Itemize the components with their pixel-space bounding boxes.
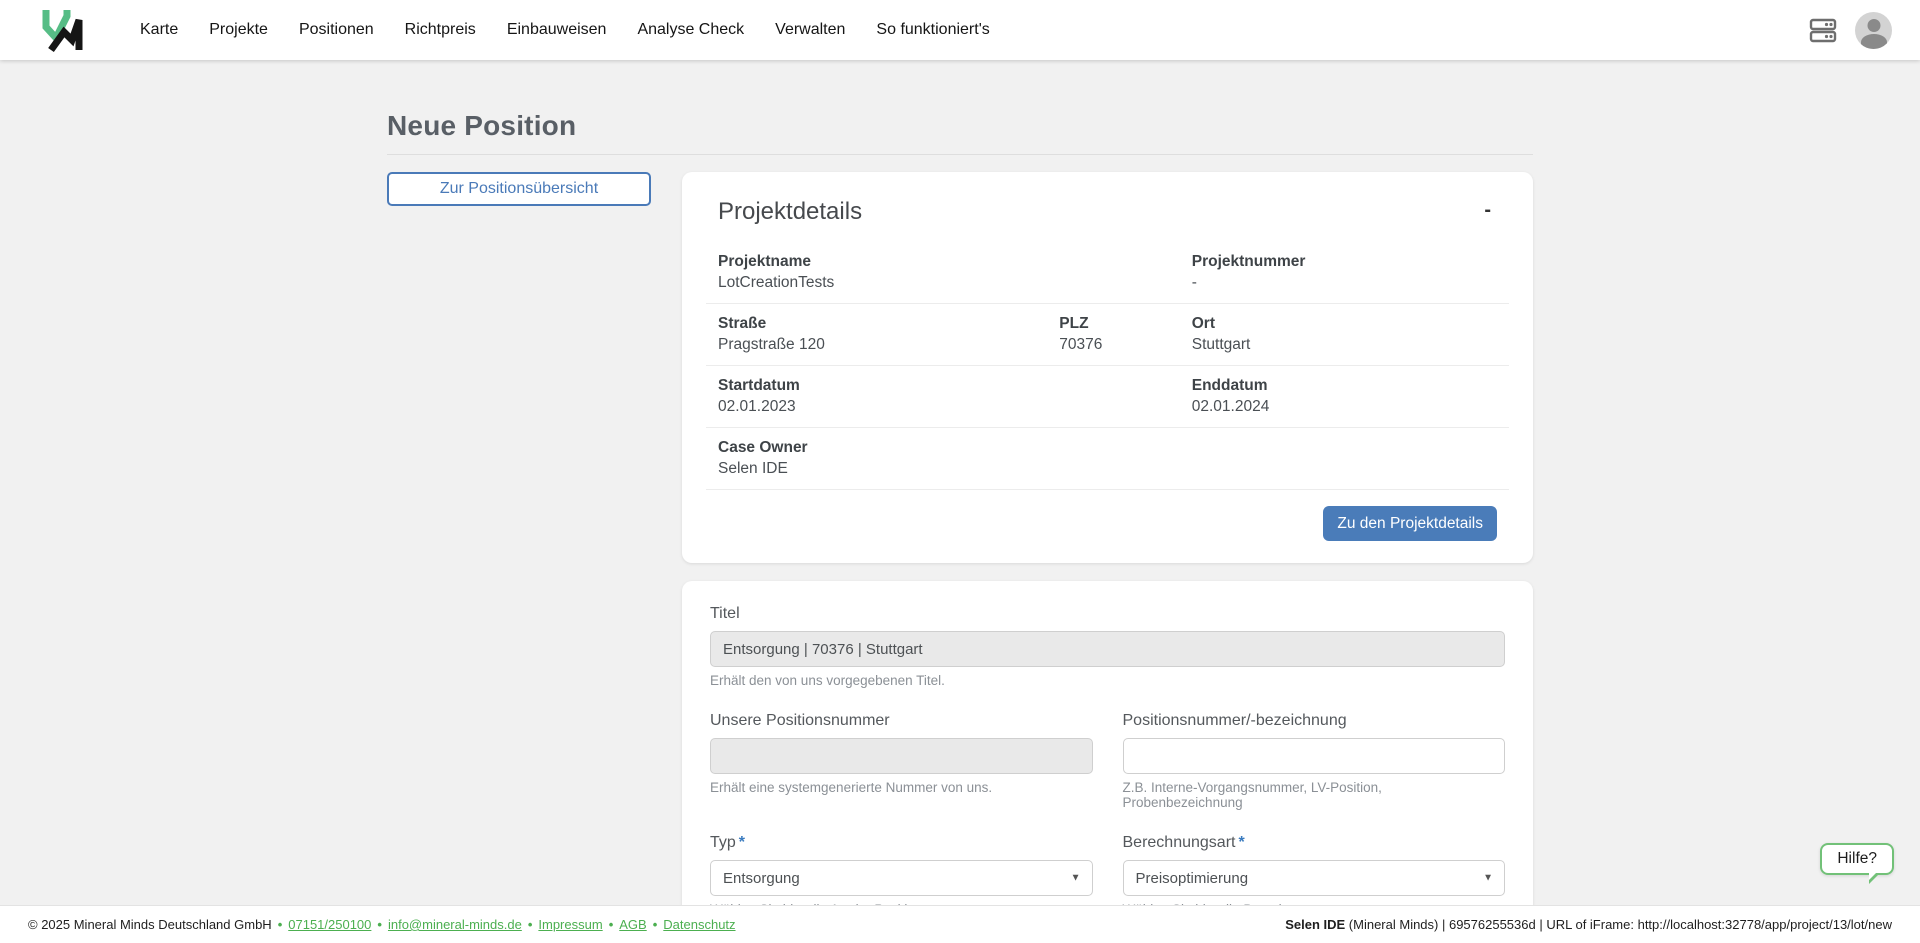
projektnummer-label: Projektnummer	[1192, 251, 1497, 272]
project-details-card: Projektdetails - Projektname LotCreation…	[682, 172, 1533, 563]
footer-separator: •	[377, 917, 382, 932]
go-to-project-details-button[interactable]: Zu den Projektdetails	[1323, 506, 1497, 541]
titel-label: Titel	[710, 605, 1505, 623]
plz-value: 70376	[1059, 334, 1167, 355]
strasse-value: Pragstraße 120	[718, 334, 1035, 355]
table-row: Projektname LotCreationTests Projektnumm…	[706, 242, 1509, 304]
positionsnummer-helper-text: Z.B. Interne-Vorgangsnummer, LV-Position…	[1123, 780, 1506, 810]
berechnungsart-select-value: Preisoptimierung	[1136, 870, 1249, 887]
unsere-positionsnummer-input[interactable]	[710, 738, 1093, 774]
enddatum-label: Enddatum	[1192, 375, 1497, 396]
projektnummer-value: -	[1192, 272, 1497, 293]
table-row: Startdatum 02.01.2023 Enddatum 02.01.202…	[706, 366, 1509, 428]
title-divider	[387, 154, 1533, 155]
footer-separator: •	[653, 917, 658, 932]
required-asterisk: *	[1238, 834, 1244, 851]
required-asterisk: *	[739, 834, 745, 851]
ort-value: Stuttgart	[1192, 334, 1497, 355]
session-user-name: Selen IDE	[1285, 917, 1345, 932]
titel-input[interactable]	[710, 631, 1505, 667]
user-avatar-icon[interactable]	[1855, 12, 1892, 49]
copyright-text: © 2025 Mineral Minds Deutschland GmbH	[28, 917, 272, 932]
case-owner-value: Selen IDE	[718, 458, 1497, 479]
strasse-label: Straße	[718, 313, 1035, 334]
nav-item-analyse-check[interactable]: Analyse Check	[637, 21, 744, 39]
collapse-minus-icon[interactable]: -	[1478, 198, 1497, 222]
main-menu: Karte Projekte Positionen Richtpreis Ein…	[140, 21, 990, 39]
nav-item-verwalten[interactable]: Verwalten	[775, 21, 845, 39]
projektname-label: Projektname	[718, 251, 1168, 272]
plz-label: PLZ	[1059, 313, 1167, 334]
session-info: Selen IDE (Mineral Minds) | 69576255536d…	[1285, 917, 1892, 932]
table-row: Case Owner Selen IDE	[706, 428, 1509, 490]
unsere-positionsnummer-label: Unsere Positionsnummer	[710, 712, 1093, 730]
ort-label: Ort	[1192, 313, 1497, 334]
chevron-down-icon: ▼	[1071, 873, 1081, 884]
footer: © 2025 Mineral Minds Deutschland GmbH • …	[0, 905, 1920, 943]
berechnungsart-select[interactable]: Preisoptimierung ▼	[1123, 860, 1506, 896]
nav-item-projekte[interactable]: Projekte	[209, 21, 268, 39]
table-row: Straße Pragstraße 120 PLZ 70376 Ort Stut…	[706, 304, 1509, 366]
main-content: Neue Position Zur Positionsübersicht Pro…	[387, 60, 1533, 943]
footer-link-phone[interactable]: 07151/250100	[288, 917, 371, 932]
footer-link-datenschutz[interactable]: Datenschutz	[663, 917, 735, 932]
back-to-positions-button[interactable]: Zur Positionsübersicht	[387, 172, 651, 206]
footer-link-email[interactable]: info@mineral-minds.de	[388, 917, 522, 932]
page-title: Neue Position	[387, 110, 1533, 142]
help-button[interactable]: Hilfe?	[1820, 843, 1894, 875]
nav-item-einbauweisen[interactable]: Einbauweisen	[507, 21, 607, 39]
berechnungsart-label: Berechnungsart*	[1123, 834, 1506, 852]
avatar-head-shape	[1867, 19, 1880, 32]
startdatum-label: Startdatum	[718, 375, 1168, 396]
footer-link-agb[interactable]: AGB	[619, 917, 646, 932]
typ-select-value: Entsorgung	[723, 870, 800, 887]
case-owner-label: Case Owner	[718, 437, 1497, 458]
avatar-body-shape	[1861, 34, 1887, 49]
right-column: Projektdetails - Projektname LotCreation…	[682, 172, 1533, 943]
project-card-title: Projektdetails	[718, 198, 862, 226]
titel-helper-text: Erhält den von uns vorgegebenen Titel.	[710, 673, 1505, 688]
mineral-minds-logo[interactable]	[38, 7, 90, 53]
footer-separator: •	[528, 917, 533, 932]
nav-item-positionen[interactable]: Positionen	[299, 21, 374, 39]
footer-link-impressum[interactable]: Impressum	[538, 917, 602, 932]
top-navigation-bar: Karte Projekte Positionen Richtpreis Ein…	[0, 0, 1920, 60]
positionsnummer-input[interactable]	[1123, 738, 1506, 774]
nav-right-icons	[1807, 12, 1892, 49]
startdatum-value: 02.01.2023	[718, 396, 1168, 417]
nav-item-richtpreis[interactable]: Richtpreis	[405, 21, 476, 39]
unsere-positionsnummer-helper-text: Erhält eine systemgenerierte Nummer von …	[710, 780, 1093, 795]
typ-select[interactable]: Entsorgung ▼	[710, 860, 1093, 896]
nav-item-so-funktionierts[interactable]: So funktioniert's	[876, 21, 989, 39]
enddatum-value: 02.01.2024	[1192, 396, 1497, 417]
projektname-value: LotCreationTests	[718, 272, 1168, 293]
footer-separator: •	[609, 917, 614, 932]
server-icon[interactable]	[1807, 14, 1839, 46]
typ-label: Typ*	[710, 834, 1093, 852]
nav-item-karte[interactable]: Karte	[140, 21, 178, 39]
new-position-form-card: Titel Erhält den von uns vorgegebenen Ti…	[682, 581, 1533, 943]
footer-separator: •	[278, 917, 283, 932]
session-info-text: (Mineral Minds) | 69576255536d | URL of …	[1345, 917, 1892, 932]
chevron-down-icon: ▼	[1483, 873, 1493, 884]
positionsnummer-label: Positionsnummer/-bezeichnung	[1123, 712, 1506, 730]
left-column: Zur Positionsübersicht	[387, 172, 651, 206]
